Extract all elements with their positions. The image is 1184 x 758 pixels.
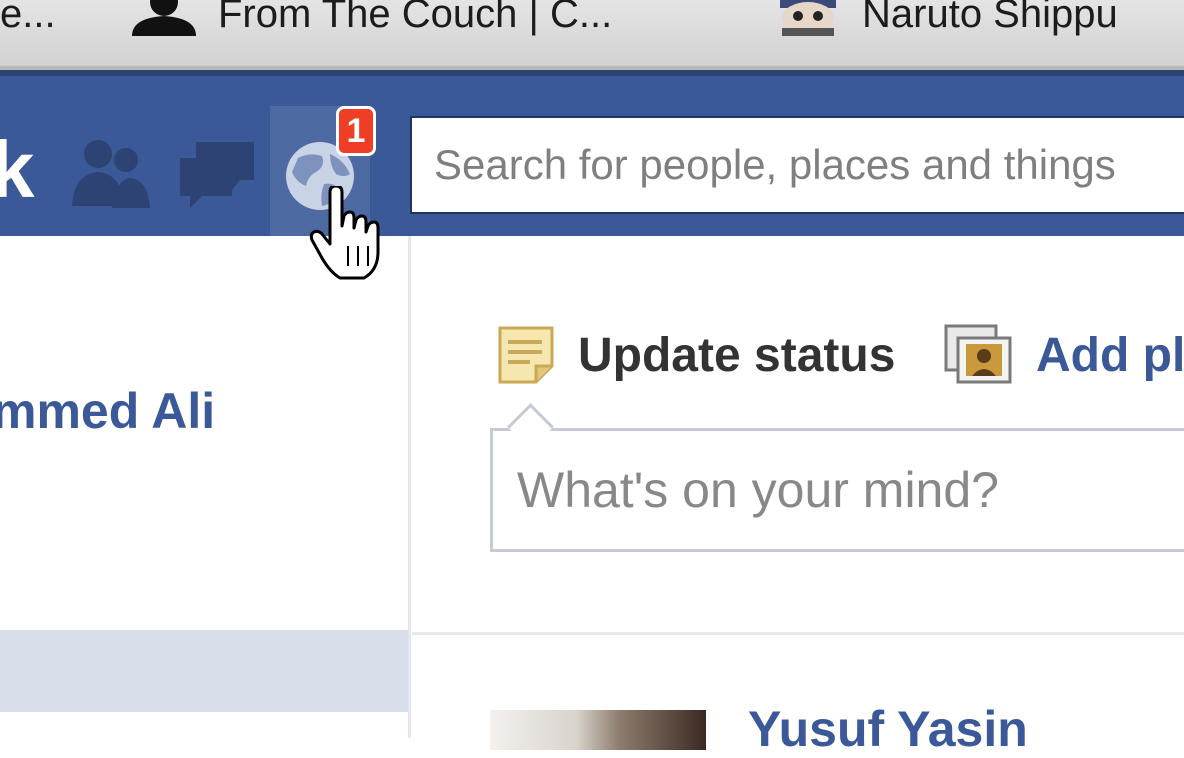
bookmark-item[interactable]: From The Couch | C... (128, 0, 612, 42)
search-box (410, 116, 1184, 214)
bookmark-item[interactable]: e... (0, 0, 56, 42)
messages-icon (180, 142, 254, 208)
facebook-top-bar: k 1 (0, 70, 1184, 238)
bookmark-label: From The Couch | C... (218, 0, 613, 36)
profile-name-link[interactable]: mmed Ali (0, 382, 215, 440)
friend-requests-button[interactable] (60, 106, 160, 238)
bookmark-label: Naruto Shippu (862, 0, 1118, 36)
bookmark-label: e... (0, 0, 56, 36)
search-input[interactable] (412, 118, 1184, 212)
facebook-logo[interactable]: k (0, 130, 35, 210)
person-silhouette-icon (128, 0, 200, 36)
story-author-link[interactable]: Yusuf Yasin (748, 700, 1028, 758)
bookmarks-bar: e... From The Couch | C... Naruto Shippu (0, 0, 1184, 70)
update-status-tab[interactable]: Update status (496, 320, 895, 390)
status-input[interactable] (493, 431, 1184, 549)
hand-cursor-icon (309, 186, 380, 280)
friends-icon (72, 140, 150, 208)
add-photo-tab[interactable]: Add pl (944, 320, 1184, 390)
composer-box (490, 428, 1184, 552)
feed-divider (412, 632, 1184, 635)
note-icon (498, 326, 554, 384)
sidebar-item-news-feed[interactable]: l (0, 630, 408, 712)
notification-count-badge: 1 (336, 106, 376, 156)
update-status-label: Update status (578, 328, 896, 382)
photo-icon (944, 324, 1012, 384)
add-photo-label: Add pl (1036, 328, 1184, 382)
left-sidebar: mmed Ali l (0, 236, 411, 738)
anime-character-icon (772, 0, 844, 36)
bookmark-item[interactable]: Naruto Shippu (772, 0, 1118, 42)
messages-button[interactable] (166, 106, 266, 238)
story-author-avatar[interactable] (490, 710, 706, 750)
